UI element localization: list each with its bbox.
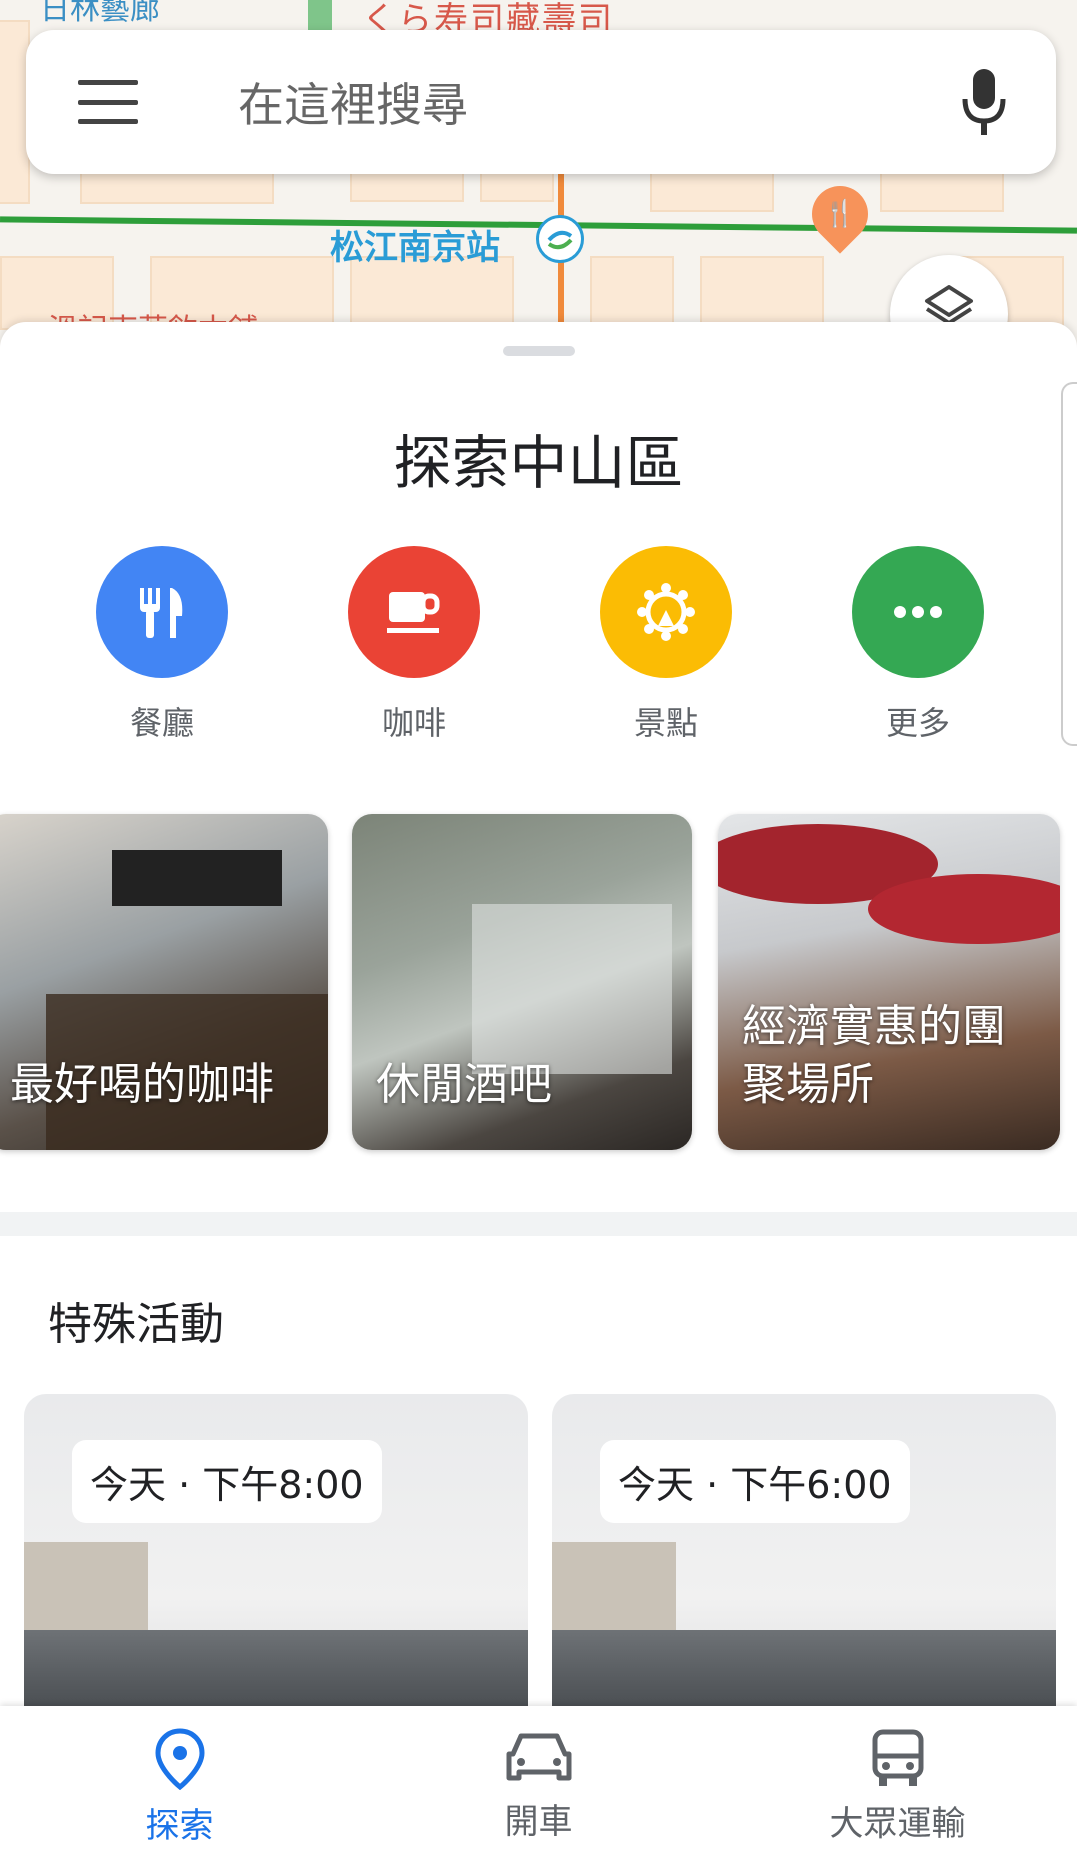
restaurant-icon: [96, 546, 228, 678]
explore-card-bar[interactable]: 休閒酒吧: [352, 814, 692, 1150]
explore-cards: 最好喝的咖啡 休閒酒吧 經濟實惠的團聚場所: [0, 814, 1077, 1154]
category-label: 咖啡: [381, 704, 446, 742]
window-image: [472, 904, 672, 1074]
category-label: 景點: [633, 704, 698, 742]
explore-card-gathering[interactable]: 經濟實惠的團聚場所: [718, 814, 1060, 1150]
nav-label: 開車: [504, 1802, 573, 1842]
explore-sheet[interactable]: 探索中山區 餐廳 咖啡 景點 更多 最好喝的咖啡 休閒酒吧 經濟實惠的團聚場所 …: [0, 322, 1077, 1854]
metro-station-icon[interactable]: [536, 215, 584, 263]
bottom-navigation: 探索 開車 大眾運輸: [0, 1706, 1077, 1854]
explore-card-coffee[interactable]: 最好喝的咖啡: [0, 814, 328, 1150]
car-icon: [506, 1733, 571, 1781]
category-restaurants[interactable]: 餐廳: [72, 546, 252, 744]
map-block: [700, 256, 824, 330]
explore-pin-icon: [154, 1728, 205, 1791]
section-divider: [0, 1212, 1077, 1236]
card-caption: 最好喝的咖啡: [10, 1059, 274, 1110]
attractions-icon: [600, 546, 732, 678]
event-card[interactable]: 今天 · 下午6:00: [552, 1394, 1056, 1734]
scroll-indicator: [1061, 382, 1077, 746]
event-card[interactable]: 今天 · 下午8:00: [24, 1394, 528, 1734]
card-caption: 休閒酒吧: [376, 1059, 552, 1110]
bus-icon: [872, 1729, 923, 1786]
category-label: 餐廳: [129, 704, 194, 742]
nav-driving[interactable]: 開車: [359, 1706, 718, 1854]
more-icon: [852, 546, 984, 678]
events-section-title: 特殊活動: [48, 1299, 224, 1350]
event-time: 今天 · 下午8:00: [72, 1440, 382, 1523]
category-coffee[interactable]: 咖啡: [324, 546, 504, 744]
umbrella-image: [868, 874, 1060, 944]
sheet-title: 探索中山區: [393, 429, 684, 497]
nav-label: 大眾運輸: [829, 1804, 966, 1844]
hamburger-menu-icon[interactable]: [78, 80, 138, 124]
category-label: 更多: [885, 704, 950, 742]
search-input[interactable]: 在這裡搜尋: [238, 69, 960, 135]
nav-transit[interactable]: 大眾運輸: [718, 1706, 1077, 1854]
station-label[interactable]: 松江南京站: [330, 220, 500, 269]
restaurant-pin-icon[interactable]: 🍴: [800, 174, 880, 254]
nav-label: 探索: [145, 1806, 214, 1846]
map-block: [590, 256, 674, 330]
category-more[interactable]: 更多: [828, 546, 1008, 744]
nav-explore[interactable]: 探索: [0, 1706, 359, 1854]
sheet-drag-handle[interactable]: [503, 346, 575, 356]
coffee-icon: [348, 546, 480, 678]
category-attractions[interactable]: 景點: [576, 546, 756, 744]
menu-board-image: [112, 850, 282, 906]
search-bar[interactable]: 在這裡搜尋: [26, 30, 1056, 174]
card-caption: 經濟實惠的團聚場所: [742, 1001, 1006, 1110]
map-label: 日林藝廊: [40, 0, 160, 27]
microphone-icon[interactable]: [960, 67, 1008, 137]
layers-icon: [925, 285, 973, 325]
event-time: 今天 · 下午6:00: [600, 1440, 910, 1523]
